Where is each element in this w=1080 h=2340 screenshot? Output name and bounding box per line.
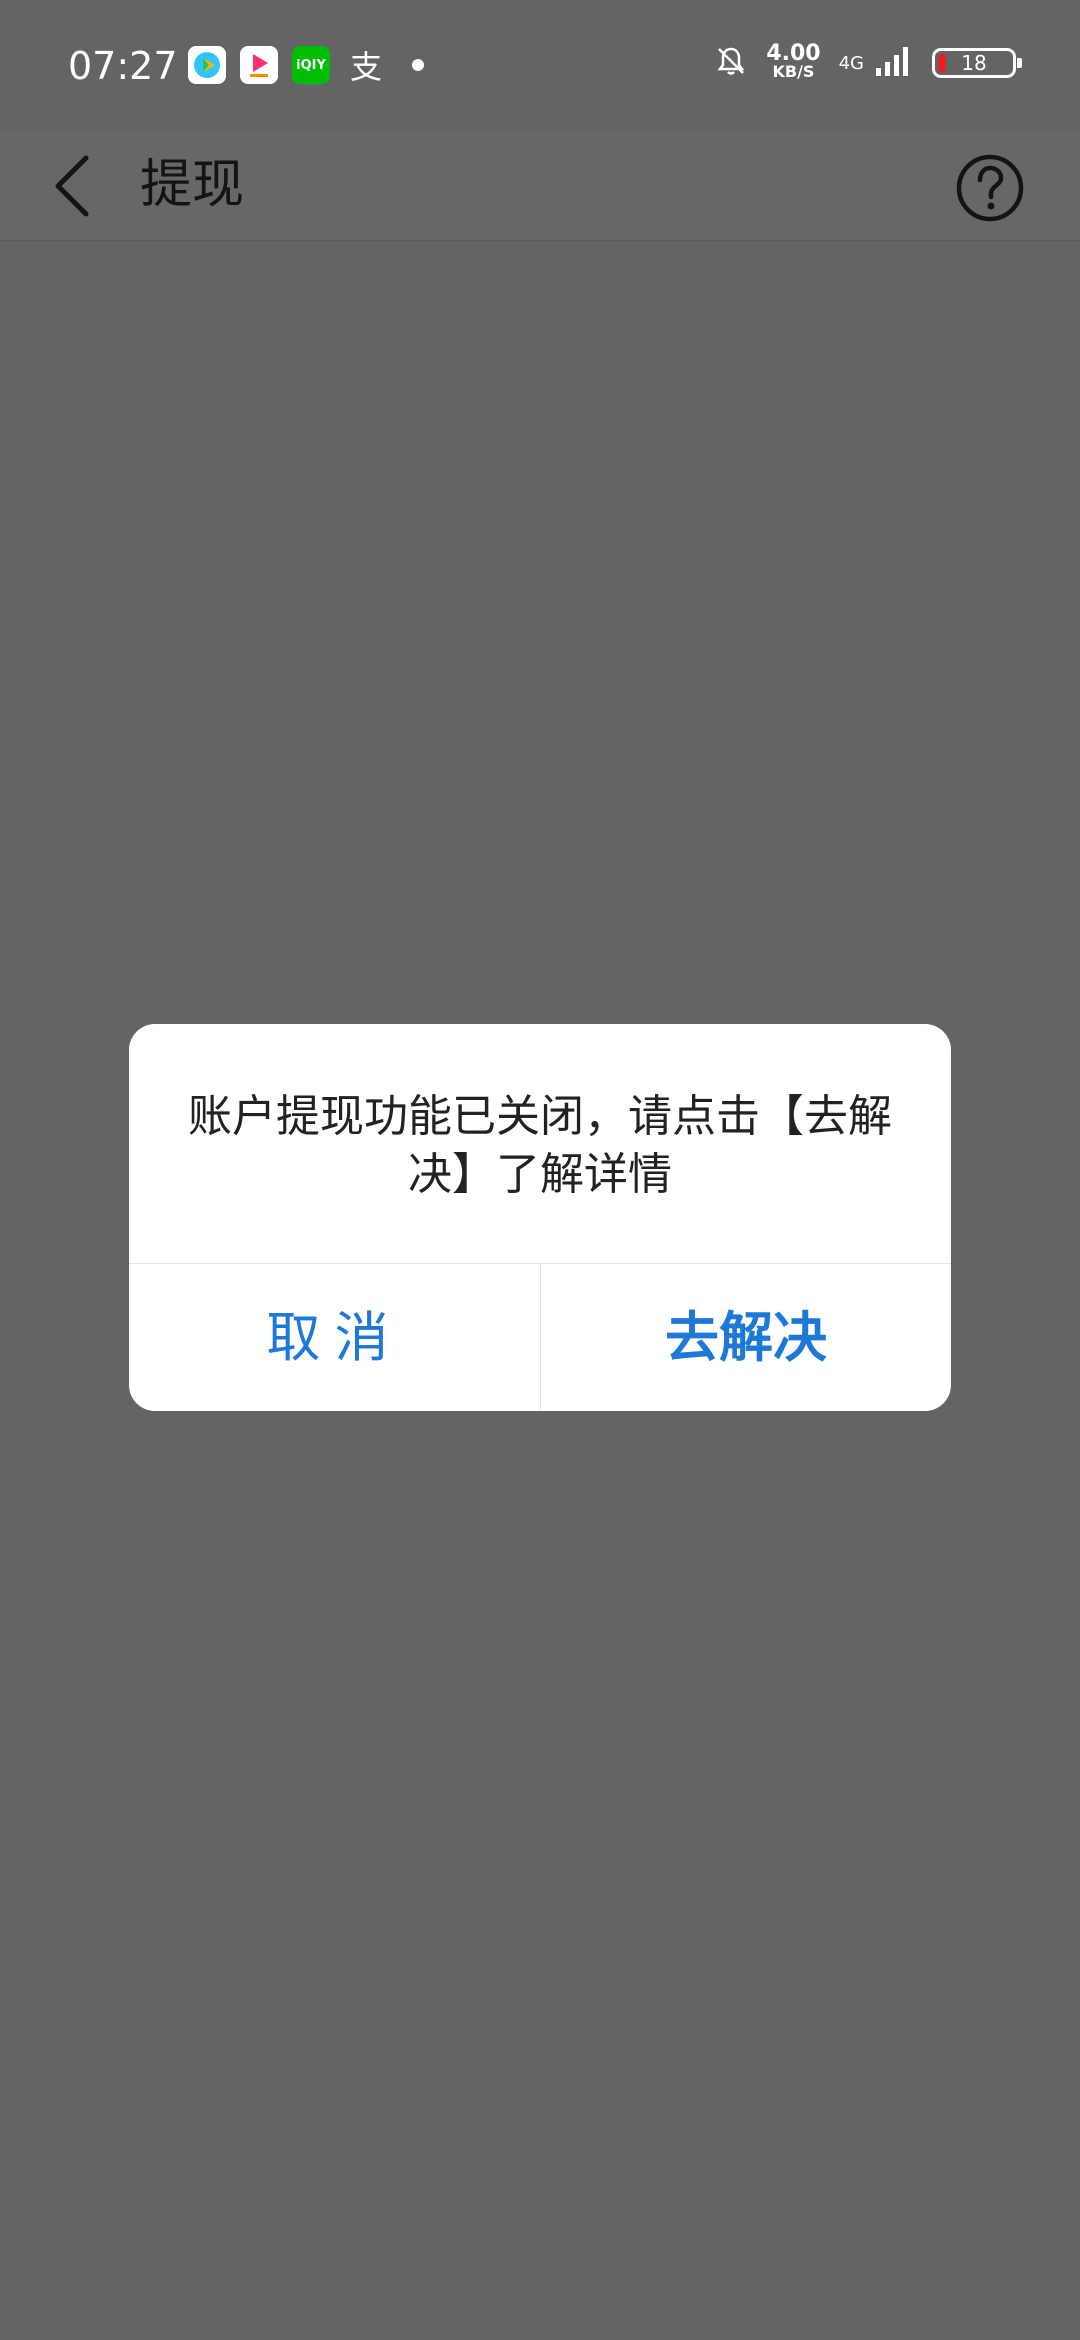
network-type: 4G [838, 52, 864, 74]
resolve-button[interactable]: 去解决 [541, 1264, 951, 1411]
battery-low-indicator [938, 54, 946, 72]
status-time: 07:27 [68, 44, 178, 88]
page-title: 提现 [140, 155, 245, 215]
battery-level: 18 [961, 51, 987, 75]
cancel-button[interactable]: 取消 [129, 1264, 540, 1411]
back-button[interactable] [46, 136, 106, 236]
alipay-icon: 支 [349, 48, 382, 86]
chevron-left-icon [55, 155, 89, 217]
video-app-icon [188, 46, 226, 84]
status-indicators: 4.00 KB/S 4G 18 [714, 41, 1022, 82]
app-bar: 提现 [0, 130, 1080, 241]
silent-bell-icon [714, 44, 748, 82]
dialog-message: 账户提现功能已关闭，请点击【去解决】了解详情 [188, 1091, 892, 1200]
help-button[interactable] [940, 138, 1040, 238]
battery-icon: 18 [932, 48, 1022, 78]
network-speed-value: 4.00 [766, 41, 821, 66]
signal-strength-icon [874, 44, 914, 82]
notification-icons: iQIY 支 [188, 46, 424, 86]
battery-tip [1017, 58, 1022, 68]
question-circle-icon [956, 154, 1024, 222]
status-bar: 07:27 iQIY 支 4.00 KB/S 4G 18 [0, 0, 1080, 130]
more-notifications-dot-icon [412, 59, 424, 71]
network-speed-unit: KB/S [772, 62, 815, 81]
mango-tv-icon [240, 46, 278, 84]
account-withdrawal-closed-dialog: 账户提现功能已关闭，请点击【去解决】了解详情 取消 去解决 [129, 1024, 951, 1411]
network-speed: 4.00 KB/S [766, 41, 821, 81]
iqiyi-icon: iQIY [292, 46, 330, 84]
